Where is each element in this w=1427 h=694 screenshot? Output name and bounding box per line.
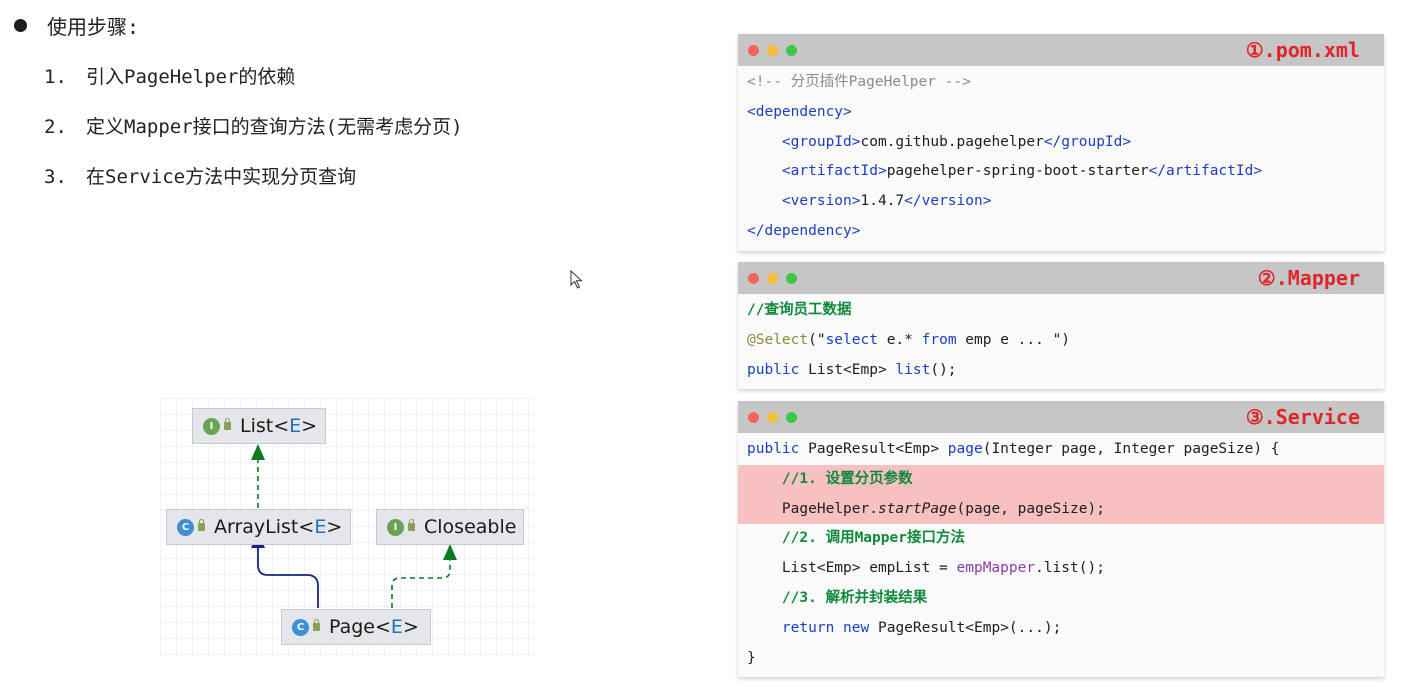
- close-dot-icon[interactable]: [748, 273, 759, 284]
- minimize-dot-icon[interactable]: [767, 273, 778, 284]
- step-item: 3. 在Service方法中实现分页查询: [44, 162, 356, 189]
- node-closeable[interactable]: I Closeable: [376, 509, 524, 545]
- code-line: <artifactId>pagehelper-spring-boot-start…: [747, 163, 1263, 180]
- panel-header: ②.Mapper: [738, 262, 1384, 294]
- window-controls: [748, 412, 805, 423]
- close-dot-icon[interactable]: [748, 45, 759, 56]
- class-hierarchy-diagram: I List<E> C ArrayList<E> I Closeable C P…: [160, 398, 535, 656]
- code-block: //查询员工数据 @Select("select e.* from emp e …: [738, 294, 1384, 389]
- panel-title: ②.Mapper: [1257, 266, 1360, 290]
- node-page[interactable]: C Page<E>: [281, 609, 431, 645]
- panel-header: ③.Service: [738, 401, 1384, 433]
- lock-icon: [408, 519, 415, 531]
- close-dot-icon[interactable]: [748, 412, 759, 423]
- interface-icon: I: [387, 518, 404, 536]
- panel-title: ①.pom.xml: [1245, 38, 1360, 62]
- code-line-highlighted: PageHelper.startPage(page, pageSize);: [738, 494, 1384, 525]
- code-line: </dependency>: [747, 222, 861, 239]
- code-line: <dependency>: [747, 103, 852, 120]
- minimize-dot-icon[interactable]: [767, 412, 778, 423]
- window-controls: [748, 273, 805, 284]
- code-line: //查询员工数据: [747, 302, 852, 318]
- code-block: <!-- 分页插件PageHelper --> <dependency> <gr…: [738, 66, 1384, 251]
- node-list[interactable]: I List<E>: [192, 408, 326, 444]
- code-line: //3. 解析并封装结果: [747, 589, 928, 606]
- steps-title: 使用步骤:: [47, 14, 140, 39]
- pom-xml-panel: ①.pom.xml <!-- 分页插件PageHelper --> <depen…: [738, 34, 1384, 251]
- step-text: 定义Mapper接口的查询方法(无需考虑分页): [86, 116, 463, 138]
- code-line: public List<Emp> list();: [747, 361, 957, 378]
- node-label: List<E>: [240, 415, 318, 437]
- code-line: @Select("select e.* from emp e ... "): [747, 331, 1071, 348]
- lock-icon: [198, 519, 205, 531]
- step-text: 引入PageHelper的依赖: [86, 66, 296, 88]
- node-arraylist[interactable]: C ArrayList<E>: [166, 509, 351, 545]
- code-line: <groupId>com.github.pagehelper</groupId>: [747, 133, 1132, 150]
- class-icon: C: [292, 618, 309, 636]
- step-item: 2. 定义Mapper接口的查询方法(无需考虑分页): [44, 112, 463, 139]
- step-text: 在Service方法中实现分页查询: [86, 166, 357, 188]
- step-number: 1.: [44, 66, 67, 88]
- class-icon: C: [177, 518, 194, 536]
- lock-icon: [224, 418, 231, 430]
- code-line: <!-- 分页插件PageHelper -->: [747, 74, 971, 90]
- lock-icon: [313, 619, 320, 631]
- page-implements-closeable-arrow: [391, 558, 451, 608]
- node-label: Page<E>: [329, 616, 419, 638]
- code-line: public PageResult<Emp> page(Integer page…: [747, 441, 1280, 457]
- service-panel: ③.Service public PageResult<Emp> page(In…: [738, 401, 1384, 678]
- page-extends-arraylist-arrow: [257, 548, 319, 608]
- arrowhead-list: [251, 444, 265, 460]
- code-line: //2. 调用Mapper接口方法: [747, 530, 965, 547]
- mapper-panel: ②.Mapper //查询员工数据 @Select("select e.* fr…: [738, 262, 1384, 390]
- panel-title: ③.Service: [1245, 405, 1360, 429]
- step-item: 1. 引入PageHelper的依赖: [44, 62, 295, 89]
- maximize-dot-icon[interactable]: [786, 412, 797, 423]
- bullet-icon: [14, 18, 27, 32]
- step-number: 3.: [44, 166, 67, 188]
- maximize-dot-icon[interactable]: [786, 45, 797, 56]
- code-line: List<Emp> empList = empMapper.list();: [747, 560, 1105, 577]
- node-label: ArrayList<E>: [214, 516, 343, 538]
- steps-heading: 使用步骤:: [14, 10, 139, 40]
- mouse-cursor-icon: [570, 270, 583, 289]
- step-number: 2.: [44, 116, 67, 138]
- code-line-highlighted: //1. 设置分页参数: [738, 464, 1384, 495]
- minimize-dot-icon[interactable]: [767, 45, 778, 56]
- arrowhead-closeable: [443, 544, 457, 560]
- panel-header: ①.pom.xml: [738, 34, 1384, 66]
- window-controls: [748, 45, 805, 56]
- code-block: public PageResult<Emp> page(Integer page…: [738, 433, 1384, 677]
- interface-icon: I: [203, 417, 220, 435]
- code-line: return new PageResult<Emp>(...);: [781, 619, 1062, 636]
- code-line: }: [747, 649, 756, 666]
- maximize-dot-icon[interactable]: [786, 273, 797, 284]
- node-label: Closeable: [424, 516, 517, 538]
- code-line: <version>1.4.7</version>: [747, 193, 992, 210]
